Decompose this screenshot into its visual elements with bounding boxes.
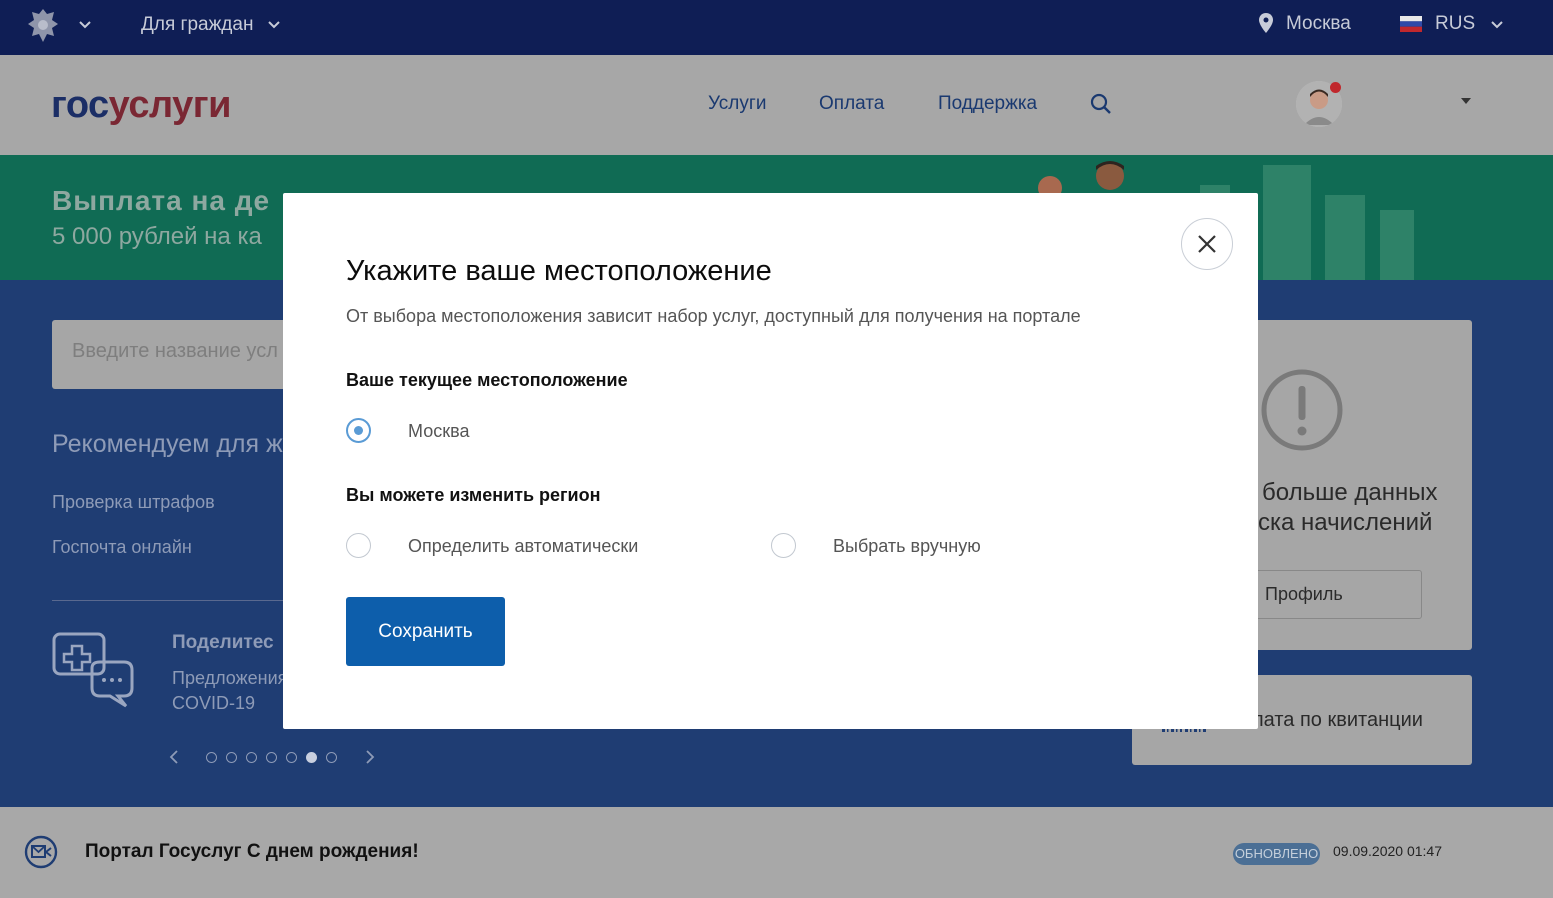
current-location-label[interactable]: Москва: [408, 421, 469, 442]
chevron-right-icon[interactable]: [364, 749, 376, 765]
divider: [52, 600, 292, 601]
news-title[interactable]: Портал Госуслуг С днем рождения!: [85, 841, 419, 863]
search-icon[interactable]: [1090, 93, 1112, 115]
save-button[interactable]: Сохранить: [346, 597, 505, 666]
carousel-dot[interactable]: [246, 752, 257, 763]
location-modal: Укажите ваше местоположение От выбора ме…: [283, 193, 1258, 729]
share-text-line1: Предложения: [172, 668, 288, 688]
building-illustration: [1380, 210, 1414, 280]
auto-detect-label[interactable]: Определить автоматически: [408, 536, 638, 557]
russia-flag-icon: [1400, 16, 1422, 32]
coat-of-arms-icon[interactable]: [24, 6, 62, 46]
carousel-dot[interactable]: [226, 752, 237, 763]
carousel-dot[interactable]: [206, 752, 217, 763]
radio-auto-detect[interactable]: [346, 533, 371, 558]
logo-part-uslugi: услуги: [108, 84, 232, 126]
banner-subtitle: 5 000 рублей на ка: [52, 223, 262, 250]
radio-select-manually[interactable]: [771, 533, 796, 558]
chevron-down-icon[interactable]: [1490, 18, 1504, 32]
nav-services[interactable]: Услуги: [708, 93, 766, 115]
recommend-heading: Рекомендуем для ж: [52, 430, 283, 458]
close-icon: [1198, 235, 1216, 253]
news-date: 09.09.2020 01:47: [1333, 843, 1442, 859]
share-title: Поделитес: [172, 632, 274, 653]
carousel-pagination: [168, 748, 383, 768]
modal-title: Укажите ваше местоположение: [346, 255, 772, 287]
link-gospochta[interactable]: Госпочта онлайн: [52, 537, 192, 558]
building-illustration: [1263, 165, 1311, 280]
chevron-left-icon[interactable]: [168, 749, 180, 765]
news-strip[interactable]: Портал Госуслуг С днем рождения! ОБНОВЛЕ…: [0, 807, 1553, 898]
radio-current-location[interactable]: [346, 418, 371, 443]
carousel-dot-active[interactable]: [306, 752, 317, 763]
location-pin-icon[interactable]: [1259, 13, 1273, 33]
gosuslugi-logo[interactable]: госуслуги: [51, 84, 231, 127]
modal-description: От выбора местоположения зависит набор у…: [346, 306, 1081, 326]
pay-by-receipt-label: лата по квитанции: [1252, 709, 1423, 731]
updated-badge: ОБНОВЛЕНО: [1233, 843, 1320, 865]
close-button[interactable]: [1181, 218, 1233, 270]
audience-selector[interactable]: Для граждан: [141, 14, 253, 36]
carousel-dot[interactable]: [326, 752, 337, 763]
top-bar: Для граждан Москва RUS: [0, 0, 1553, 55]
nav-support[interactable]: Поддержка: [938, 93, 1037, 115]
share-text-line2: COVID-19: [172, 693, 256, 713]
logo-part-gos: гос: [51, 84, 109, 126]
location-city[interactable]: Москва: [1286, 13, 1351, 35]
link-fines-check[interactable]: Проверка штрафов: [52, 492, 215, 513]
exclamation-circle-icon: [1261, 369, 1343, 451]
medical-chat-icon: [52, 632, 134, 708]
user-menu-caret-icon[interactable]: [1461, 98, 1471, 104]
building-illustration: [1325, 195, 1365, 280]
profile-button[interactable]: Профиль: [1232, 570, 1422, 619]
notification-dot: [1330, 82, 1341, 93]
carousel-dot[interactable]: [286, 752, 297, 763]
carousel-dot[interactable]: [266, 752, 277, 763]
chevron-down-icon[interactable]: [78, 18, 92, 32]
chevron-down-icon[interactable]: [267, 18, 281, 32]
select-manually-label[interactable]: Выбрать вручную: [833, 536, 981, 557]
site-header: госуслуги Услуги Оплата Поддержка: [0, 55, 1553, 155]
current-location-heading: Ваше текущее местоположение: [346, 370, 628, 390]
nav-payment[interactable]: Оплата: [819, 93, 884, 115]
banner-title: Выплата на де: [52, 185, 271, 216]
change-region-heading: Вы можете изменить регион: [346, 485, 601, 505]
news-envelope-icon: [24, 835, 58, 869]
language-selector[interactable]: RUS: [1435, 13, 1475, 35]
